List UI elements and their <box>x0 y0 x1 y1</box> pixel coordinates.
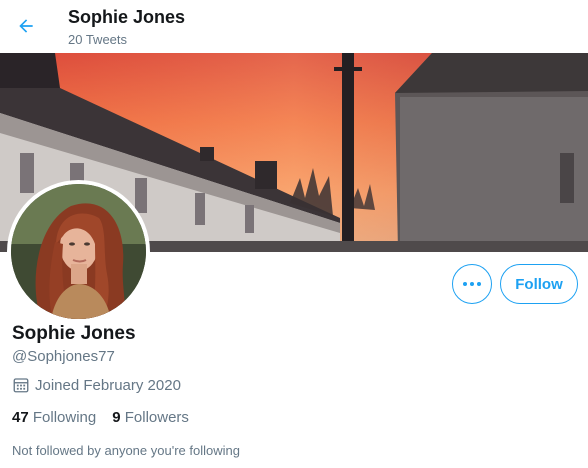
header-name: Sophie Jones <box>68 7 186 27</box>
back-button[interactable] <box>8 8 44 44</box>
follow-button[interactable]: Follow <box>500 264 578 304</box>
tweet-count: 20 Tweets <box>68 32 128 47</box>
joined-date-row: Joined February 2020 <box>12 376 181 394</box>
follow-stats: 47 Following 9 Followers <box>12 409 189 426</box>
profile-handle: @Sophjones77 <box>12 348 115 365</box>
more-options-button[interactable] <box>452 264 492 304</box>
calendar-icon <box>13 378 29 393</box>
avatar-image <box>11 184 146 319</box>
followers-label: Followers <box>124 409 189 426</box>
followers-count: 9 <box>112 409 121 426</box>
following-label: Following <box>32 409 97 426</box>
mutual-followers-note: Not followed by anyone you're following <box>12 443 240 458</box>
more-horizontal-icon <box>463 282 481 286</box>
joined-date: Joined February 2020 <box>35 376 181 394</box>
followers-link[interactable]: 9 Followers <box>112 409 189 426</box>
arrow-left-icon <box>19 19 33 33</box>
avatar[interactable] <box>7 180 150 323</box>
profile-top-bar: Sophie Jones 20 Tweets <box>0 0 588 53</box>
following-link[interactable]: 47 Following <box>12 409 96 426</box>
profile-name: Sophie Jones <box>12 323 136 344</box>
following-count: 47 <box>12 409 29 426</box>
